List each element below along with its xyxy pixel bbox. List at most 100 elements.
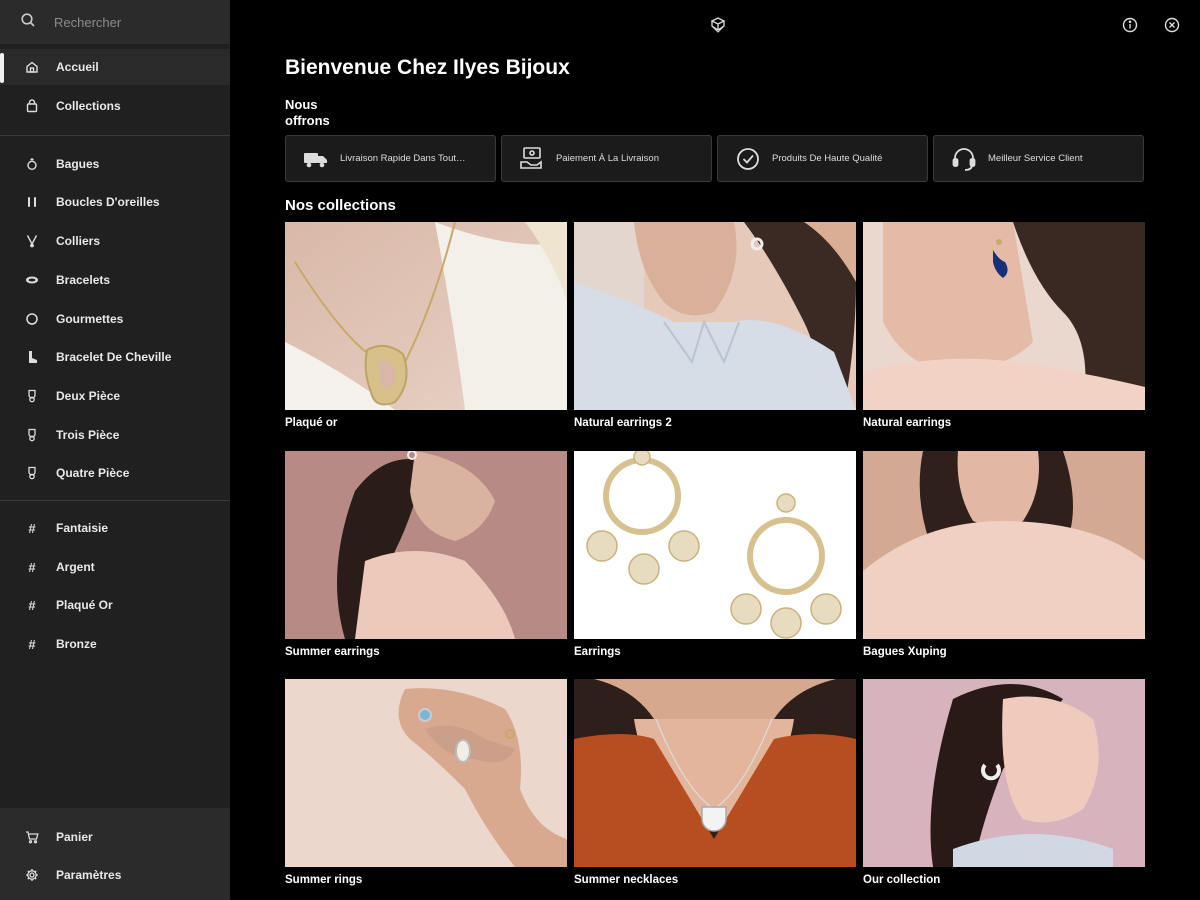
cash-icon <box>518 145 546 173</box>
sidebar-item-label: Panier <box>56 830 93 844</box>
logo-icon <box>709 16 727 34</box>
collection-label: Bagues Xuping <box>863 646 947 658</box>
gourmette-icon <box>24 311 40 327</box>
hash-icon: # <box>28 636 36 652</box>
offer-card-service[interactable]: Meilleur Service Client <box>933 135 1144 182</box>
sidebar-item-plaque-or[interactable]: # Plaqué Or <box>0 587 230 623</box>
sidebar-item-bronze[interactable]: # Bronze <box>0 626 230 662</box>
offer-label: Livraison Rapide Dans Tout… <box>340 153 466 164</box>
offer-label: Produits De Haute Qualité <box>772 153 883 164</box>
sidebar-item-label: Collections <box>56 99 121 113</box>
cart-icon <box>24 829 40 845</box>
collections-heading: Nos collections <box>285 197 396 214</box>
close-icon[interactable] <box>1163 16 1181 34</box>
hash-icon: # <box>28 520 36 536</box>
bag-icon <box>24 98 40 114</box>
sidebar-item-argent[interactable]: # Argent <box>0 549 230 585</box>
sidebar-item-label: Bracelet De Cheville <box>56 350 172 364</box>
collection-image <box>574 679 856 867</box>
sidebar-item-label: Bagues <box>56 157 100 171</box>
sidebar-item-label: Plaqué Or <box>56 598 113 612</box>
collection-image <box>863 679 1145 867</box>
sidebar-item-label: Bronze <box>56 637 97 651</box>
sidebar-item-gourmettes[interactable]: Gourmettes <box>0 301 230 337</box>
necklace-icon <box>24 233 40 249</box>
collection-label: Earrings <box>574 646 621 658</box>
bracelet-icon <box>24 272 40 288</box>
ankle-icon <box>24 349 40 365</box>
offer-card-qualite[interactable]: Produits De Haute Qualité <box>717 135 928 182</box>
sidebar-item-label: Quatre Pièce <box>56 466 130 480</box>
hash-icon: # <box>28 597 36 613</box>
collection-label: Summer earrings <box>285 646 380 658</box>
collection-image <box>863 451 1145 639</box>
sidebar-item-label: Trois Pièce <box>56 428 120 442</box>
sidebar-divider <box>0 135 230 136</box>
offer-label: Paiement À La Livraison <box>556 153 659 164</box>
collection-label: Summer rings <box>285 874 363 886</box>
collection-image <box>285 222 567 410</box>
search-icon <box>20 12 36 33</box>
gear-icon <box>24 867 40 883</box>
collection-card-natural-earrings[interactable]: Natural earrings <box>863 222 1145 434</box>
sidebar-item-panier[interactable]: Panier <box>0 819 230 855</box>
sidebar-item-label: Colliers <box>56 234 101 248</box>
sidebar-divider <box>0 500 230 501</box>
sidebar-item-label: Fantaisie <box>56 521 109 535</box>
offer-label: Meilleur Service Client <box>988 153 1083 164</box>
sidebar-item-label: Paramètres <box>56 868 122 882</box>
collection-label: Natural earrings 2 <box>574 417 672 429</box>
collection-label: Our collection <box>863 874 941 886</box>
sidebar-item-label: Boucles D'oreilles <box>56 195 160 209</box>
ring-icon <box>24 156 40 172</box>
sidebar-item-quatre-piece[interactable]: Quatre Pièce <box>0 455 230 491</box>
sidebar-item-label: Deux Pièce <box>56 389 121 403</box>
earrings-icon <box>24 194 40 210</box>
collection-image <box>285 451 567 639</box>
collection-image <box>285 679 567 867</box>
collection-card-our-collection[interactable]: Our collection <box>863 679 1145 891</box>
sidebar-item-bracelets[interactable]: Bracelets <box>0 262 230 298</box>
sidebar-item-boucles-doreilles[interactable]: Boucles D'oreilles <box>0 184 230 220</box>
truck-icon <box>302 145 330 173</box>
collection-label: Plaqué or <box>285 417 338 429</box>
collection-card-earrings[interactable]: Earrings <box>574 451 856 663</box>
home-icon <box>24 59 40 75</box>
offer-card-livraison[interactable]: Livraison Rapide Dans Tout… <box>285 135 496 182</box>
hash-icon: # <box>28 559 36 575</box>
sidebar-item-label: Accueil <box>56 60 99 74</box>
sidebar-item-label: Gourmettes <box>56 312 124 326</box>
sidebar-item-collections[interactable]: Collections <box>0 88 230 124</box>
search-input[interactable] <box>54 14 214 30</box>
collection-card-natural-earrings-2[interactable]: Natural earrings 2 <box>574 222 856 434</box>
collection-image <box>574 222 856 410</box>
sidebar-item-bracelet-de-cheville[interactable]: Bracelet De Cheville <box>0 339 230 375</box>
check-circle-icon <box>734 145 762 173</box>
collection-card-plaque-or[interactable]: Plaqué or <box>285 222 567 434</box>
headset-icon <box>950 145 978 173</box>
collection-card-summer-necklaces[interactable]: Summer necklaces <box>574 679 856 891</box>
sidebar-item-colliers[interactable]: Colliers <box>0 223 230 259</box>
sidebar-item-deux-piece[interactable]: Deux Pièce <box>0 378 230 414</box>
set-icon <box>24 465 40 481</box>
sidebar: Accueil Collections Bagues Boucles D'ore… <box>0 0 230 900</box>
collection-label: Natural earrings <box>863 417 952 429</box>
info-icon[interactable] <box>1121 16 1139 34</box>
search-bar[interactable] <box>0 0 230 44</box>
offer-card-paiement[interactable]: Paiement À La Livraison <box>501 135 712 182</box>
sidebar-item-accueil[interactable]: Accueil <box>0 49 230 85</box>
sidebar-item-parametres[interactable]: Paramètres <box>0 857 230 893</box>
collection-image <box>863 222 1145 410</box>
set-icon <box>24 388 40 404</box>
set-icon <box>24 427 40 443</box>
sidebar-item-label: Bracelets <box>56 273 111 287</box>
collection-card-summer-rings[interactable]: Summer rings <box>285 679 567 891</box>
sidebar-item-bagues[interactable]: Bagues <box>0 146 230 182</box>
sidebar-item-fantaisie[interactable]: # Fantaisie <box>0 510 230 546</box>
collection-label: Summer necklaces <box>574 874 679 886</box>
collection-card-bagues-xuping[interactable]: Bagues Xuping <box>863 451 1145 663</box>
offers-heading: Nous offrons <box>285 97 330 128</box>
collection-image <box>574 451 856 639</box>
collection-card-summer-earrings[interactable]: Summer earrings <box>285 451 567 663</box>
sidebar-item-trois-piece[interactable]: Trois Pièce <box>0 417 230 453</box>
